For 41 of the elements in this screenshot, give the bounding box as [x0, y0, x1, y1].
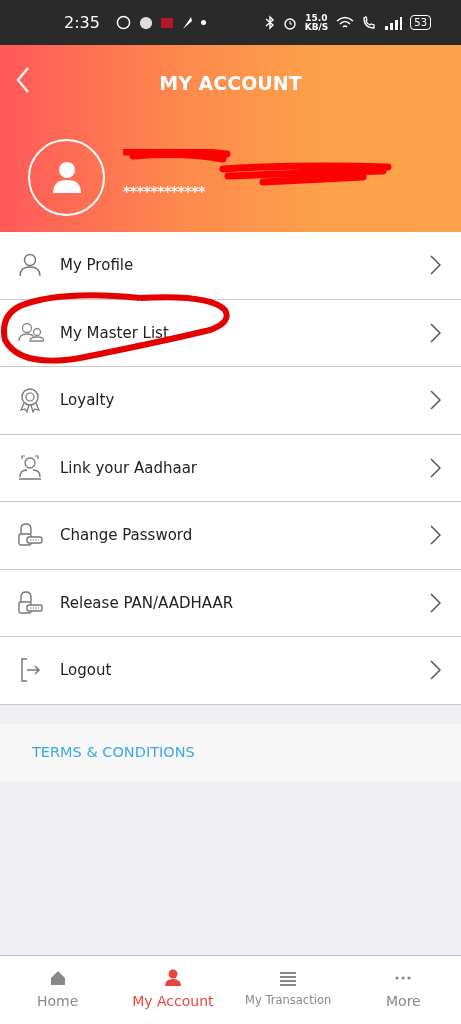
menu-item[interactable]: Release PAN/AADHAAR	[0, 569, 461, 637]
chevron-icon	[430, 592, 441, 613]
chevron-icon	[430, 525, 441, 546]
notification-icon	[160, 17, 173, 28]
signal-icon	[384, 15, 403, 30]
avatar-icon	[28, 138, 105, 216]
speed-unit: KB/S	[304, 22, 329, 32]
menu-item[interactable]: My Master List	[0, 299, 461, 367]
menu-item[interactable]: Change Password	[0, 502, 461, 570]
bluetooth-icon	[264, 15, 275, 30]
nav-tab[interactable]: Home	[36, 990, 79, 1012]
back-icon[interactable]	[16, 67, 30, 93]
menu-item[interactable]: Loyalty	[0, 367, 461, 435]
more-icon	[395, 975, 412, 980]
alarm-icon	[282, 15, 297, 30]
chevron-icon	[430, 255, 441, 276]
nav-tab[interactable]: More	[386, 990, 421, 1012]
call-icon	[362, 15, 377, 30]
person-icon	[163, 968, 182, 987]
nav-tab[interactable]: My Account	[132, 990, 214, 1012]
menu-item[interactable]: Logout	[0, 637, 461, 705]
speed-text: 15.0	[305, 13, 328, 23]
masked-id: ************	[123, 182, 205, 201]
face-scan-icon	[18, 454, 44, 481]
list-icon	[279, 970, 298, 989]
dot-icon	[200, 20, 206, 25]
page-title: MY ACCOUNT	[158, 71, 303, 96]
chevron-icon	[430, 660, 441, 681]
wifi-icon	[336, 15, 355, 30]
chevron-icon	[430, 457, 441, 478]
person-icon	[18, 252, 44, 279]
home-icon	[48, 968, 67, 987]
lock-icon	[18, 522, 44, 549]
menu-item[interactable]: My Profile	[0, 232, 461, 300]
menu-item[interactable]: Link your Aadhaar	[0, 434, 461, 502]
lock-icon	[18, 589, 44, 616]
chevron-icon	[430, 322, 441, 343]
nav-tab[interactable]: My Transaction	[245, 992, 332, 1010]
chevron-icon	[430, 390, 441, 411]
clock-text: 2:35	[64, 11, 100, 34]
battery-indicator: 53	[410, 15, 431, 30]
